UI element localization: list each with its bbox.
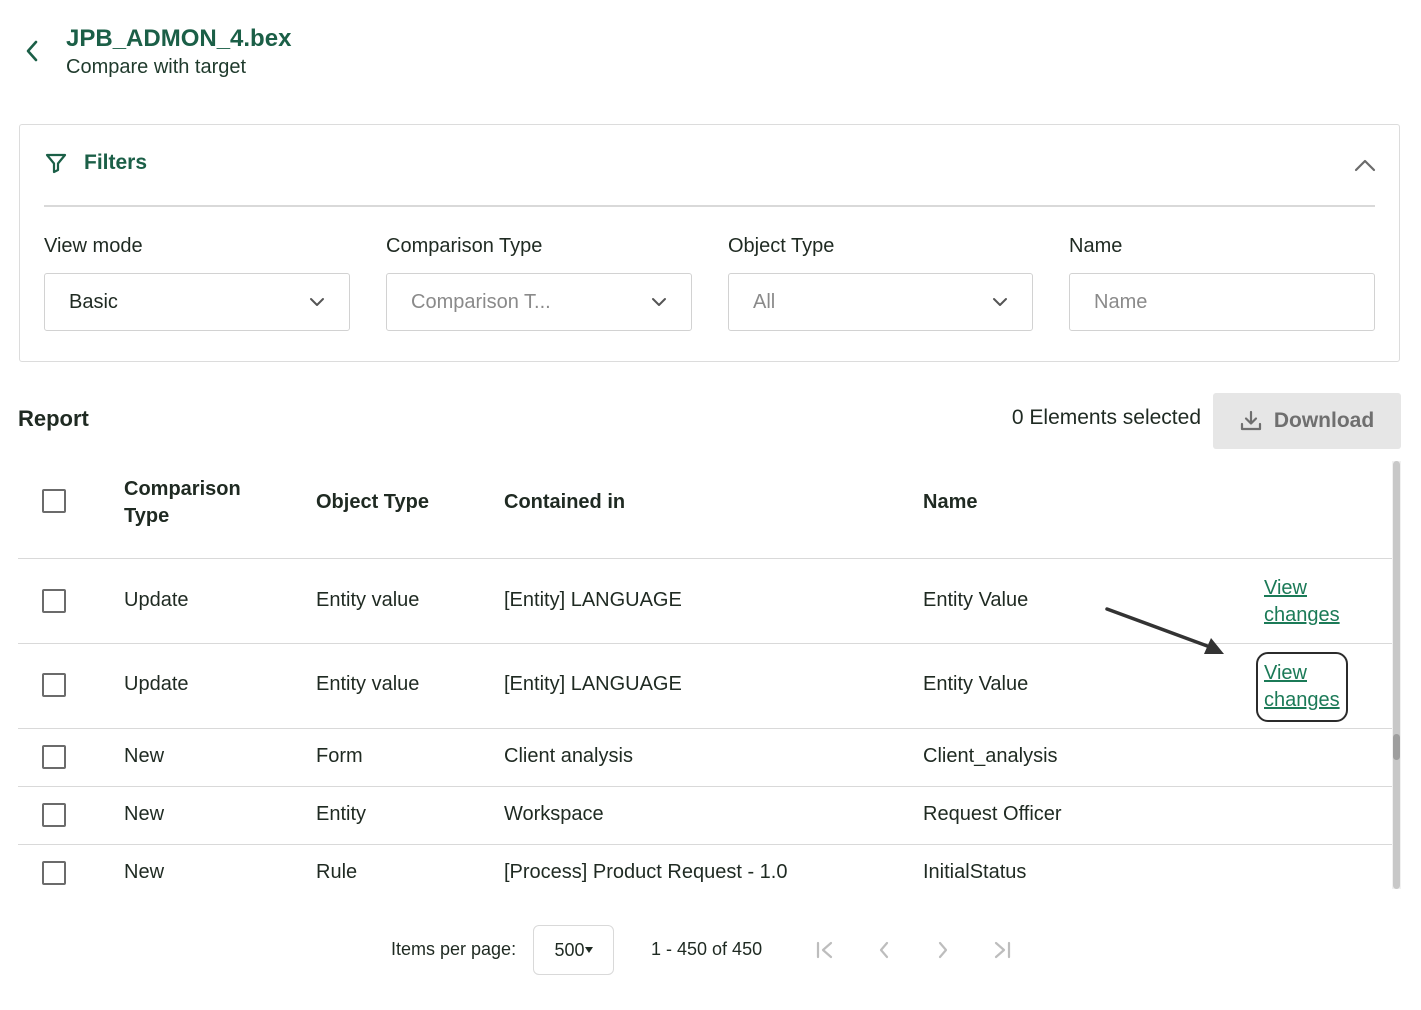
object-type-label: Object Type	[728, 235, 835, 257]
column-header-contained-in[interactable]: Contained in	[504, 489, 625, 516]
table-row: New Form Client analysis Client_analysis	[18, 729, 1392, 787]
comparison-type-label: Comparison Type	[386, 235, 543, 257]
caret-down-icon	[584, 947, 593, 953]
table-row: New Entity Workspace Request Officer	[18, 787, 1392, 845]
download-button[interactable]: Download	[1213, 393, 1401, 449]
filters-header[interactable]: Filters	[44, 151, 147, 175]
row-checkbox[interactable]	[42, 589, 66, 613]
column-header-name[interactable]: Name	[923, 489, 977, 516]
table-header: Comparison Type Object Type Contained in…	[18, 461, 1392, 559]
last-page-icon	[994, 941, 1011, 959]
filter-icon	[45, 153, 67, 174]
name-label: Name	[1069, 235, 1123, 257]
cell-contained-in: Client analysis	[504, 745, 633, 767]
column-header-comparison-type-line2: Type	[124, 505, 170, 527]
first-page-icon	[816, 941, 833, 959]
report-title: Report	[18, 406, 89, 431]
row-checkbox[interactable]	[42, 803, 66, 827]
first-page-button[interactable]	[811, 936, 839, 964]
select-all-checkbox[interactable]	[42, 489, 66, 513]
filters-title: Filters	[84, 151, 148, 174]
next-page-button[interactable]	[929, 936, 957, 964]
view-changes-link-highlighted[interactable]: View changes	[1256, 652, 1348, 722]
cell-comparison-type: Update	[124, 673, 189, 695]
chevron-left-icon	[26, 40, 38, 62]
download-icon	[1240, 410, 1261, 431]
collapse-filters-button[interactable]	[1353, 153, 1377, 177]
selected-count: 0 Elements selected	[1011, 406, 1201, 429]
comparison-type-placeholder: Comparison T...	[411, 290, 551, 313]
page-size-select[interactable]: 500	[533, 925, 614, 975]
annotation-arrow-icon	[1105, 607, 1224, 654]
row-checkbox[interactable]	[42, 673, 66, 697]
object-type-select[interactable]: All	[728, 273, 1033, 331]
view-mode-select[interactable]: Basic	[44, 273, 350, 331]
name-input[interactable]	[1069, 273, 1375, 331]
cell-name: InitialStatus	[923, 861, 1027, 883]
view-changes-line1: View	[1264, 662, 1307, 684]
cell-object-type: Form	[316, 745, 363, 767]
view-mode-field: View mode Basic	[44, 233, 350, 331]
page-header: JPB_ADMON_4.bex Compare with target	[18, 24, 291, 80]
chevron-down-icon	[652, 298, 666, 306]
chevron-down-icon	[310, 298, 324, 306]
cell-object-type: Rule	[316, 861, 358, 883]
filters-panel: Filters View mode Basic Comparison Type …	[19, 124, 1400, 362]
column-header-object-type[interactable]: Object Type	[316, 489, 429, 516]
object-type-field: Object Type All	[728, 233, 1033, 331]
back-button[interactable]	[18, 24, 46, 78]
comparison-type-field: Comparison Type Comparison T...	[386, 233, 692, 331]
report-table: Comparison Type Object Type Contained in…	[18, 461, 1392, 889]
cell-name: Request Officer	[923, 803, 1062, 825]
comparison-type-select[interactable]: Comparison T...	[386, 273, 692, 331]
download-label: Download	[1273, 409, 1375, 432]
chevron-left-icon	[879, 941, 889, 959]
view-mode-value: Basic	[69, 290, 118, 313]
chevron-down-icon	[993, 298, 1007, 306]
chevron-right-icon	[938, 941, 948, 959]
cell-comparison-type: Update	[124, 589, 189, 611]
filters-divider	[44, 205, 1375, 207]
cell-name: Client_analysis	[923, 745, 1058, 767]
header-titles: JPB_ADMON_4.bex Compare with target	[66, 24, 291, 80]
cell-object-type: Entity	[316, 803, 367, 825]
view-changes-line2: changes	[1264, 689, 1340, 711]
column-header-comparison-type-line1: Comparison	[124, 478, 241, 500]
scrollbar-thumb[interactable]	[1393, 461, 1400, 889]
view-changes-line2: changes	[1264, 604, 1340, 626]
cell-contained-in: [Process] Product Request - 1.0	[504, 861, 788, 883]
view-mode-label: View mode	[44, 235, 143, 257]
cell-comparison-type: New	[124, 803, 165, 825]
cell-contained-in: Workspace	[504, 803, 604, 825]
column-header-comparison-type[interactable]: Comparison Type	[124, 476, 241, 530]
cell-comparison-type: New	[124, 861, 165, 883]
page-subtitle: Compare with target	[66, 56, 247, 78]
chevron-up-icon	[1354, 159, 1376, 172]
row-checkbox[interactable]	[42, 745, 66, 769]
page-title: JPB_ADMON_4.bex	[66, 25, 292, 52]
view-changes-line1: View	[1264, 577, 1307, 599]
previous-page-button[interactable]	[870, 936, 898, 964]
items-per-page-label: Items per page:	[391, 939, 517, 959]
cell-contained-in: [Entity] LANGUAGE	[504, 673, 682, 695]
pagination: Items per page: 500 1 - 450 of 450	[0, 925, 1421, 975]
cell-name: Entity Value	[923, 589, 1029, 611]
cell-object-type: Entity value	[316, 673, 420, 695]
name-field: Name	[1069, 233, 1375, 331]
object-type-value: All	[753, 290, 776, 313]
scrollbar-position-marker[interactable]	[1393, 734, 1400, 760]
row-checkbox[interactable]	[42, 861, 66, 885]
cell-contained-in: [Entity] LANGUAGE	[504, 589, 682, 611]
page-range: 1 - 450 of 450	[651, 939, 763, 959]
page-size-value: 500	[554, 939, 585, 960]
cell-comparison-type: New	[124, 745, 165, 767]
cell-object-type: Entity value	[316, 589, 420, 611]
view-changes-link[interactable]: View changes	[1264, 575, 1340, 629]
table-row: New Rule [Process] Product Request - 1.0…	[18, 845, 1392, 889]
cell-name: Entity Value	[923, 673, 1029, 695]
last-page-button[interactable]	[988, 936, 1016, 964]
